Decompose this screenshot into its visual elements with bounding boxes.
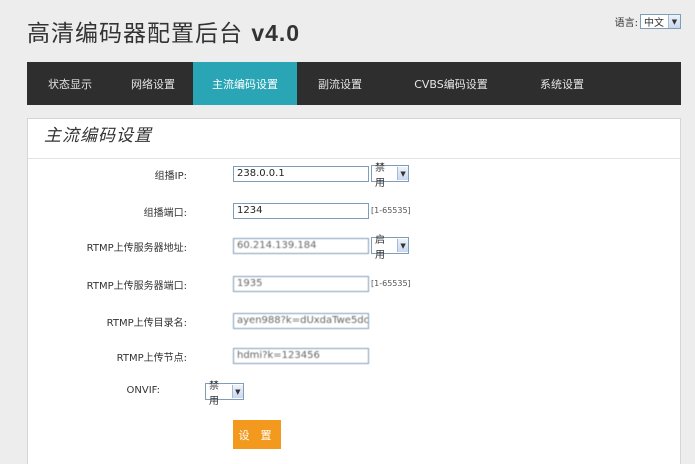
rtmp-server-input[interactable]: 60.214.139.184 bbox=[233, 238, 369, 254]
rtmp-enable-select[interactable]: 启用 ▼ bbox=[371, 235, 409, 261]
rtmp-enable-value: 启用 bbox=[375, 234, 385, 261]
rtmp-server-row: RTMP上传服务器地址: 60.214.139.184 启用 ▼ bbox=[28, 235, 680, 261]
tab-sub-stream[interactable]: 副流设置 bbox=[297, 62, 383, 105]
multicast-port-row: 组播端口: 1234 [1-65535] bbox=[28, 201, 680, 221]
rtmp-node-label: RTMP上传节点: bbox=[116, 353, 187, 364]
rtmp-node-row: RTMP上传节点: hdmi?k=123456 bbox=[28, 346, 680, 366]
chevron-down-icon: ▼ bbox=[668, 15, 680, 28]
onvif-row: ONVIF: 禁用 ▼ bbox=[28, 381, 680, 407]
settings-panel: 主流编码设置 组播IP: 238.0.0.1 禁用 ▼ 组播端口: 1234 [… bbox=[27, 118, 681, 464]
rtmp-port-range-hint: [1-65535] bbox=[371, 279, 411, 288]
rtmp-dir-input[interactable]: ayen988?k=dUxdaTwe5dc2de3 bbox=[233, 313, 369, 329]
app-version: v4.0 bbox=[251, 20, 301, 46]
onvif-value: 禁用 bbox=[209, 380, 219, 407]
panel-title: 主流编码设置 bbox=[44, 126, 152, 146]
panel-divider bbox=[28, 158, 680, 159]
rtmp-node-input[interactable]: hdmi?k=123456 bbox=[233, 348, 369, 364]
language-selector: 语言: 中文 ▼ bbox=[615, 14, 681, 29]
multicast-ip-input[interactable]: 238.0.0.1 bbox=[233, 166, 369, 182]
tab-system[interactable]: 系统设置 bbox=[519, 62, 605, 105]
multicast-port-input[interactable]: 1234 bbox=[233, 203, 369, 219]
language-select[interactable]: 中文 ▼ bbox=[640, 14, 681, 29]
rtmp-dir-label: RTMP上传目录名: bbox=[106, 318, 187, 329]
tab-cvbs-encoding[interactable]: CVBS编码设置 bbox=[383, 62, 519, 105]
rtmp-dir-row: RTMP上传目录名: ayen988?k=dUxdaTwe5dc2de3 bbox=[28, 311, 680, 331]
main-nav: 状态显示 网络设置 主流编码设置 副流设置 CVBS编码设置 系统设置 bbox=[27, 62, 681, 105]
onvif-label: ONVIF: bbox=[126, 385, 161, 396]
rtmp-server-label: RTMP上传服务器地址: bbox=[86, 243, 187, 254]
language-value: 中文 bbox=[644, 18, 664, 29]
multicast-port-label: 组播端口: bbox=[143, 208, 187, 219]
tab-status[interactable]: 状态显示 bbox=[27, 62, 113, 105]
tab-network[interactable]: 网络设置 bbox=[113, 62, 193, 105]
multicast-port-range-hint: [1-65535] bbox=[371, 206, 411, 215]
rtmp-port-input[interactable]: 1935 bbox=[233, 276, 369, 292]
app-title: 高清编码器配置后台 v4.0 bbox=[27, 20, 301, 47]
language-label: 语言: bbox=[614, 18, 638, 29]
rtmp-port-row: RTMP上传服务器端口: 1935 [1-65535] bbox=[28, 274, 680, 294]
rtmp-port-label: RTMP上传服务器端口: bbox=[86, 281, 187, 292]
multicast-enable-select[interactable]: 禁用 ▼ bbox=[371, 163, 409, 189]
multicast-ip-label: 组播IP: bbox=[154, 171, 187, 182]
multicast-enable-value: 禁用 bbox=[375, 162, 385, 189]
chevron-down-icon: ▼ bbox=[397, 239, 408, 252]
chevron-down-icon: ▼ bbox=[231, 385, 243, 398]
tab-main-encoding[interactable]: 主流编码设置 bbox=[193, 62, 297, 105]
submit-button[interactable]: 设 置 bbox=[233, 420, 281, 449]
chevron-down-icon: ▼ bbox=[397, 167, 408, 180]
onvif-select[interactable]: 禁用 ▼ bbox=[205, 381, 244, 407]
multicast-ip-row: 组播IP: 238.0.0.1 禁用 ▼ bbox=[28, 163, 680, 189]
